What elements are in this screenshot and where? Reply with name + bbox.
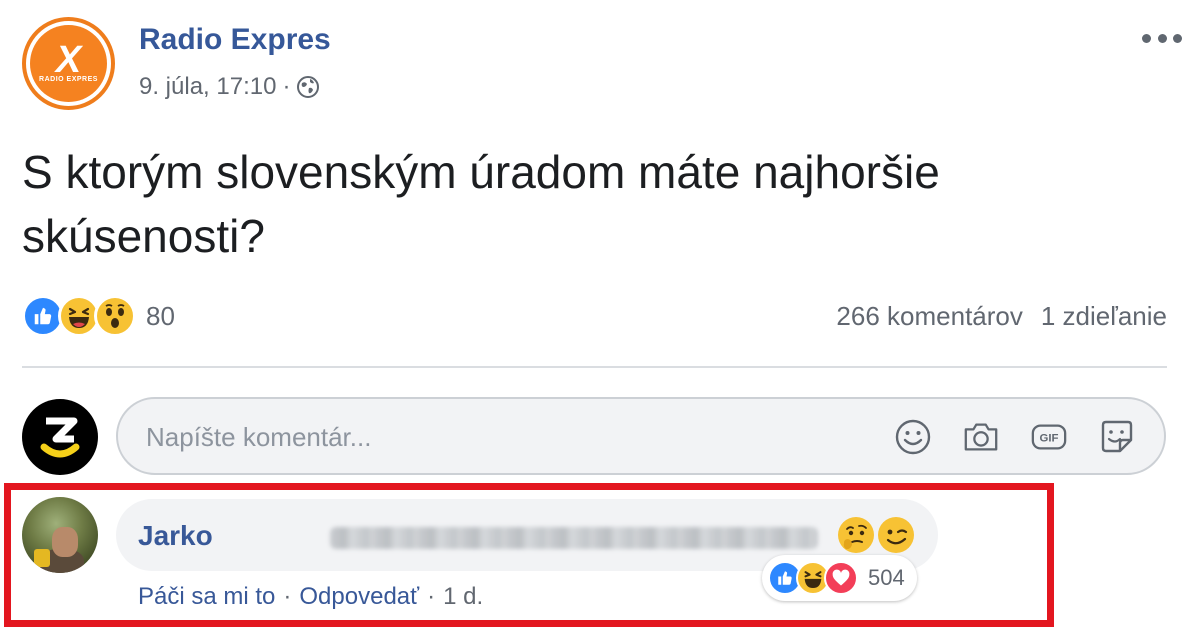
wow-reaction-icon (94, 295, 136, 337)
comment-reaction-count: 504 (868, 565, 905, 590)
page-avatar[interactable]: X RADIO EXPRES (22, 17, 115, 110)
composer-icons: GIF (894, 418, 1136, 456)
share-count-link[interactable]: 1 zdieľanie (1041, 301, 1167, 332)
action-separator: · (427, 583, 436, 610)
user-avatar[interactable] (22, 399, 98, 475)
love-reaction-icon (824, 561, 858, 595)
camera-icon[interactable] (962, 418, 1000, 456)
comment-composer: GIF (22, 397, 1167, 477)
dot (1173, 33, 1182, 43)
logo-x-mark: X (55, 39, 82, 81)
gif-icon[interactable]: GIF (1030, 418, 1068, 456)
post-meta: 9. júla, 17:10 · (139, 73, 320, 101)
post-header: X RADIO EXPRES Radio Expres 9. júla, 17:… (22, 17, 1182, 113)
svg-text:GIF: GIF (1040, 433, 1059, 445)
divider (22, 366, 1167, 368)
wink-emoji-icon (878, 517, 914, 553)
page-name[interactable]: Radio Expres (139, 23, 331, 57)
blurred-comment-text (330, 527, 818, 549)
thinking-emoji-icon (838, 517, 874, 553)
post-stats: 80 266 komentárov 1 zdieľanie (22, 295, 1167, 341)
emoji-icon[interactable] (894, 418, 932, 456)
post-text: S ktorým slovenským úradom máte najhorši… (22, 146, 940, 262)
reaction-count: 80 (146, 300, 175, 331)
avatar-cup (34, 549, 50, 567)
avatar-face (52, 527, 78, 557)
comment-author[interactable]: Jarko (138, 520, 213, 552)
comment-input[interactable] (146, 417, 846, 457)
reaction-summary[interactable]: 80 (22, 295, 175, 337)
commenter-avatar[interactable] (22, 497, 98, 573)
sticker-icon[interactable] (1098, 418, 1136, 456)
comment-actions: Páči sa mi to · Odpovedať · 1 d. (138, 583, 483, 611)
dot (1157, 33, 1167, 43)
dot (1142, 33, 1151, 43)
comment-reaction-summary[interactable]: 504 (762, 555, 917, 601)
action-separator: · (283, 583, 292, 610)
stats-right: 266 komentárov 1 zdieľanie (836, 301, 1167, 332)
reply-link[interactable]: Odpovedať (299, 583, 419, 611)
comment-count-link[interactable]: 266 komentárov (836, 301, 1022, 332)
comment-time[interactable]: 1 d. (443, 583, 483, 611)
comment-box[interactable]: GIF (116, 397, 1166, 475)
meta-separator: · (282, 73, 291, 100)
comment: Jarko 504 Páči sa mi to · Odpovedať · 1 … (22, 497, 1022, 617)
post-date[interactable]: 9. júla, 17:10 (139, 73, 276, 101)
like-comment-link[interactable]: Páči sa mi to (138, 583, 275, 611)
logo-text: RADIO EXPRES (39, 76, 98, 83)
more-options-icon[interactable] (1142, 29, 1182, 47)
globe-icon[interactable] (296, 75, 320, 99)
radio-expres-logo: X RADIO EXPRES (30, 25, 107, 102)
